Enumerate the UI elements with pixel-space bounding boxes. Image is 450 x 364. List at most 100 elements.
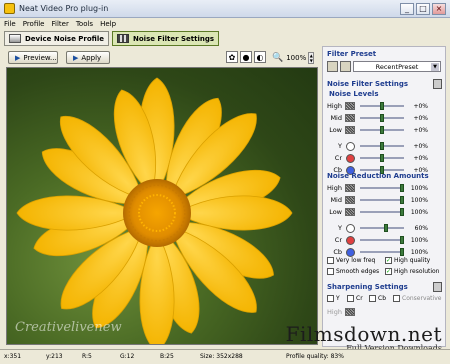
slider-knob[interactable] bbox=[380, 154, 384, 162]
slider-knob[interactable] bbox=[380, 114, 384, 122]
maximize-button[interactable]: □ bbox=[416, 2, 430, 15]
palette-icon[interactable]: ✿ bbox=[226, 51, 238, 63]
noise-level-slider[interactable] bbox=[360, 102, 404, 110]
reduction-amount-label: Cb bbox=[333, 248, 342, 256]
conservative-checkbox[interactable]: Conservative bbox=[393, 295, 441, 302]
status-x: x:351 bbox=[4, 353, 22, 360]
slider-knob[interactable] bbox=[400, 184, 404, 192]
reduction-amount-slider[interactable] bbox=[360, 208, 404, 216]
status-size: Size: 352x288 bbox=[200, 353, 243, 360]
menu-profile[interactable]: Profile bbox=[23, 20, 45, 28]
noise-level-row-y: Y +0% bbox=[323, 141, 445, 151]
tab-noise-filter-settings[interactable]: Noise Filter Settings bbox=[112, 31, 220, 46]
noise-level-row-high: High +0% bbox=[323, 101, 445, 111]
sharpen-cr-checkbox[interactable]: Cr bbox=[347, 295, 363, 302]
noise-reduction-heading: Noise Reduction Amounts bbox=[327, 172, 429, 180]
slider-knob[interactable] bbox=[400, 196, 404, 204]
slider-knob[interactable] bbox=[380, 142, 384, 150]
slider-knob[interactable] bbox=[400, 208, 404, 216]
noise-level-slider[interactable] bbox=[360, 126, 404, 134]
zoom-control: 🔍 100% ▲ ▼ bbox=[272, 51, 315, 64]
noise-level-row-mid: Mid +0% bbox=[323, 113, 445, 123]
reduction-amount-slider[interactable] bbox=[360, 196, 404, 204]
reduction-amount-slider[interactable] bbox=[360, 236, 404, 244]
slider-knob[interactable] bbox=[400, 248, 404, 256]
noise-level-slider[interactable] bbox=[360, 154, 404, 162]
reduction-amount-row-mid: Mid 100% bbox=[323, 195, 445, 205]
contrast-icon[interactable]: ◐ bbox=[254, 51, 266, 63]
minimize-button[interactable]: _ bbox=[400, 2, 414, 15]
status-r: R:5 bbox=[82, 353, 92, 360]
preset-select[interactable]: RecentPreset ▼ bbox=[353, 61, 441, 72]
settings-panel: Filter Preset RecentPreset ▼ Noise Filte… bbox=[322, 46, 446, 347]
apply-button[interactable]: ▶ Apply bbox=[66, 51, 110, 64]
trash-icon[interactable] bbox=[433, 282, 442, 292]
tab-device-noise-profile[interactable]: Device Noise Profile bbox=[4, 31, 109, 46]
noise-level-row-low: Low +0% bbox=[323, 125, 445, 135]
image-preview[interactable]: Creativelivenew bbox=[6, 67, 318, 345]
magnifier-icon[interactable]: 🔍 bbox=[272, 53, 283, 63]
color-channels-icon[interactable]: ● bbox=[240, 51, 252, 63]
menu-tools[interactable]: Tools bbox=[76, 20, 93, 28]
noise-level-label: Cr bbox=[334, 154, 342, 162]
noise-pattern-icon bbox=[345, 184, 355, 192]
filter-preset-heading: Filter Preset bbox=[327, 50, 377, 58]
noise-pattern-icon bbox=[345, 114, 355, 122]
noise-pattern-icon bbox=[345, 126, 355, 134]
reduction-amount-label: Cr bbox=[334, 236, 342, 244]
slider-knob[interactable] bbox=[400, 236, 404, 244]
view-mode-icons: ✿ ● ◐ bbox=[226, 51, 268, 63]
brand-name: Filmsdown.net bbox=[285, 322, 442, 346]
noise-level-slider[interactable] bbox=[360, 114, 404, 122]
sharpen-y-checkbox[interactable]: Y bbox=[327, 295, 340, 302]
save-preset-icon[interactable] bbox=[340, 61, 351, 72]
channel-y-icon bbox=[346, 141, 355, 151]
slider-knob[interactable] bbox=[384, 224, 388, 232]
close-button[interactable]: × bbox=[432, 2, 446, 15]
reduction-amount-slider[interactable] bbox=[360, 184, 404, 192]
reduction-amount-row-high: High 100% bbox=[323, 183, 445, 193]
smooth-edges-checkbox[interactable]: Smooth edges bbox=[327, 268, 379, 275]
noise-level-label: Low bbox=[329, 126, 342, 134]
sharpen-cb-checkbox[interactable]: Cb bbox=[369, 295, 386, 302]
main-tabs: Device Noise Profile Noise Filter Settin… bbox=[4, 31, 222, 46]
trash-icon[interactable] bbox=[433, 79, 442, 89]
reduction-amount-value: 100% bbox=[410, 236, 428, 244]
slider-knob[interactable] bbox=[380, 102, 384, 110]
reduction-amount-value: 100% bbox=[410, 248, 428, 256]
noise-level-value: +0% bbox=[413, 126, 428, 134]
noise-level-value: +0% bbox=[413, 154, 428, 162]
reduction-amount-row-low: Low 100% bbox=[323, 207, 445, 217]
title-bar: Neat Video Pro plug-in _ □ × bbox=[0, 0, 450, 18]
window-title: Neat Video Pro plug-in bbox=[19, 4, 109, 13]
preset-icons bbox=[327, 61, 353, 72]
noise-pattern-icon bbox=[345, 208, 355, 216]
menu-bar: File Profile Filter Tools Help bbox=[0, 18, 450, 29]
load-preset-icon[interactable] bbox=[327, 61, 338, 72]
noise-level-value: +0% bbox=[413, 142, 428, 150]
zoom-spinner[interactable]: ▲ ▼ bbox=[308, 51, 315, 64]
channel-cr-icon bbox=[346, 153, 355, 163]
noise-level-row-cr: Cr +0% bbox=[323, 153, 445, 163]
play-icon: ▶ bbox=[73, 53, 79, 62]
high-quality-checkbox[interactable]: ✓ High quality bbox=[385, 257, 430, 264]
menu-help[interactable]: Help bbox=[100, 20, 116, 28]
camera-icon bbox=[9, 34, 21, 43]
flower-image bbox=[16, 77, 293, 344]
reduction-amount-slider[interactable] bbox=[360, 224, 404, 232]
menu-filter[interactable]: Filter bbox=[51, 20, 68, 28]
slider-knob[interactable] bbox=[380, 126, 384, 134]
very-low-freq-checkbox[interactable]: Very low freq bbox=[327, 257, 375, 264]
high-resolution-checkbox[interactable]: ✓ High resolution bbox=[385, 268, 439, 275]
noise-filter-settings-heading: Noise Filter Settings bbox=[327, 80, 409, 88]
reduction-amount-slider[interactable] bbox=[360, 248, 404, 256]
reduction-amount-label: Mid bbox=[330, 196, 342, 204]
noise-level-slider[interactable] bbox=[360, 142, 404, 150]
zoom-value[interactable]: 100% bbox=[286, 54, 306, 62]
noise-level-label: Mid bbox=[330, 114, 342, 122]
reduction-amount-value: 100% bbox=[410, 196, 428, 204]
menu-file[interactable]: File bbox=[4, 20, 16, 28]
sharpening-heading: Sharpening Settings bbox=[327, 283, 408, 291]
preview-button[interactable]: ▶ Preview... bbox=[8, 51, 58, 64]
noise-pattern-icon bbox=[345, 102, 355, 110]
